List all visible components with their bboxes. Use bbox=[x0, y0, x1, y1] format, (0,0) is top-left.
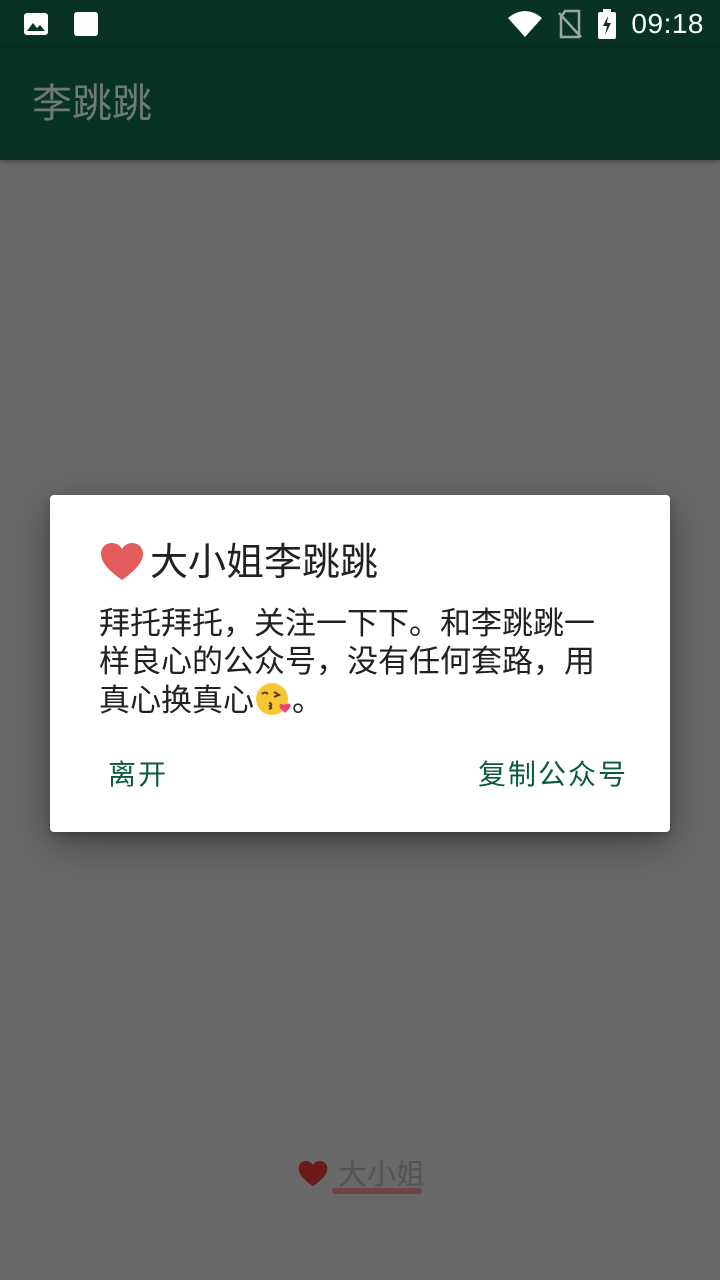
image-notification-icon bbox=[24, 13, 48, 35]
message-text: 真心换真心 bbox=[99, 683, 254, 719]
follow-dialog: 大小姐李跳跳 拜托拜托，关注一下下。和李跳跳一 样良心的公众号，没有任何套路，用… bbox=[50, 495, 670, 832]
message-line: 样良心的公众号，没有任何套路，用 bbox=[99, 644, 595, 680]
notification-icons bbox=[22, 10, 100, 38]
no-sim-icon bbox=[558, 9, 583, 39]
dialog-message: 拜托拜托，关注一下下。和李跳跳一 样良心的公众号，没有任何套路，用 真心换真心 … bbox=[99, 605, 619, 720]
message-line: 拜托拜托，关注一下下。和李跳跳一 bbox=[99, 606, 595, 642]
tab-indicator bbox=[332, 1188, 422, 1194]
battery-charging-icon bbox=[598, 9, 617, 39]
face-throwing-kiss-icon bbox=[256, 683, 291, 715]
app-bar: 李跳跳 bbox=[0, 48, 720, 160]
clock: 09:18 bbox=[631, 8, 704, 39]
red-heart-icon bbox=[101, 543, 143, 580]
wifi-icon bbox=[508, 11, 543, 37]
message-line: 真心换真心 。 bbox=[99, 681, 619, 720]
system-status-icons: 09:18 bbox=[507, 0, 704, 48]
leave-button[interactable]: 离开 bbox=[108, 751, 168, 799]
dialog-title-row: 大小姐李跳跳 bbox=[100, 537, 378, 587]
app-title: 李跳跳 bbox=[32, 81, 152, 127]
copy-account-button[interactable]: 复制公众号 bbox=[478, 751, 628, 799]
message-text-end: 。 bbox=[292, 683, 323, 719]
dialog-title: 大小姐李跳跳 bbox=[150, 540, 379, 584]
square-notification-icon bbox=[74, 12, 98, 36]
status-bar: 09:18 bbox=[0, 0, 720, 48]
dark-red-heart-icon bbox=[298, 1161, 328, 1187]
